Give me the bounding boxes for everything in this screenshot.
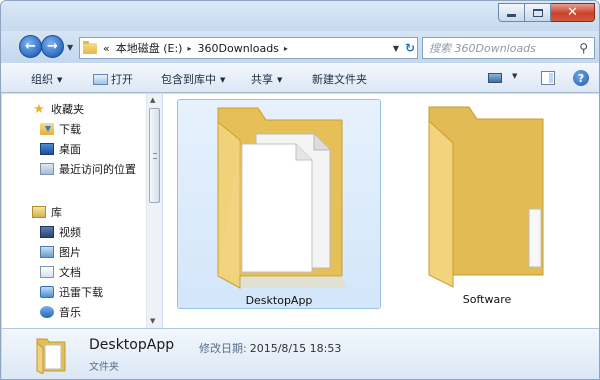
forward-button[interactable]: →	[41, 35, 64, 58]
nav-label: 库	[51, 206, 62, 219]
address-dropdown-icon[interactable]: ▼	[393, 44, 399, 53]
search-placeholder: 搜索 360Downloads	[429, 42, 536, 55]
libraries-icon	[32, 206, 46, 218]
details-pane: DesktopApp 修改日期: 2015/8/15 18:53 文件夹	[2, 328, 599, 379]
caption-buttons: ✕	[498, 3, 595, 22]
forward-arrow-icon: →	[47, 39, 58, 54]
details-modified: 修改日期: 2015/8/15 18:53	[199, 340, 341, 356]
modified-value: 2015/8/15 18:53	[249, 342, 342, 355]
chevron-down-icon: ▼	[220, 76, 226, 84]
search-icon[interactable]: ⚲	[579, 41, 588, 55]
nav-label: 收藏夹	[51, 103, 84, 116]
chevron-down-icon: ▼	[57, 76, 63, 84]
scroll-down-icon[interactable]: ▼	[150, 317, 155, 325]
nav-label: 视频	[59, 226, 81, 239]
desktop-icon	[40, 143, 54, 155]
folder-icon	[36, 338, 66, 374]
title-bar[interactable]: ✕	[1, 1, 599, 31]
nav-scrollbar[interactable]: ▲ ▼	[146, 94, 162, 328]
star-icon: ★	[33, 101, 45, 117]
back-button[interactable]: ←	[19, 35, 42, 58]
open-label: 打开	[111, 73, 133, 86]
explorer-window: ✕ ← → ▼ « 本地磁盘 (E:) ▸ 360Downloads ▸ ▼ ↻…	[0, 0, 600, 380]
breadcrumb-separator-icon[interactable]: ▸	[284, 44, 288, 53]
pictures-icon	[40, 246, 54, 258]
download-folder-icon	[40, 123, 54, 135]
breadcrumb-folder[interactable]: 360Downloads	[198, 42, 279, 55]
organize-button[interactable]: 组织 ▼	[31, 71, 62, 87]
breadcrumb-overflow[interactable]: «	[103, 42, 110, 55]
change-view-icon[interactable]	[488, 73, 502, 83]
close-icon: ✕	[567, 5, 578, 20]
search-input[interactable]: 搜索 360Downloads ⚲	[422, 37, 595, 59]
back-arrow-icon: ←	[25, 39, 36, 54]
organize-label: 组织	[31, 73, 53, 86]
documents-icon	[40, 266, 54, 278]
nav-label: 文档	[59, 266, 81, 279]
folder-name: Software	[462, 293, 512, 306]
music-icon	[40, 306, 54, 318]
share-button[interactable]: 共享 ▼	[251, 71, 282, 87]
nav-label: 音乐	[59, 306, 81, 319]
grip-icon	[153, 153, 157, 159]
nav-label: 最近访问的位置	[59, 163, 136, 176]
folder-item-desktopapp[interactable]: DesktopApp	[177, 99, 381, 309]
videos-icon	[40, 226, 54, 238]
close-button[interactable]: ✕	[551, 3, 595, 22]
xunlei-icon	[40, 286, 54, 298]
new-folder-label: 新建文件夹	[312, 73, 367, 86]
details-type: 文件夹	[89, 362, 119, 373]
nav-label: 桌面	[59, 143, 81, 156]
folder-item-software[interactable]: Software	[385, 99, 589, 309]
refresh-icon[interactable]: ↻	[405, 41, 415, 55]
file-list: DesktopApp Software	[163, 94, 599, 328]
navigation-pane: ★ 收藏夹 下载 桌面 最近访问的位置 库 视频 图片 文档 迅雷下载 音乐 ▲ …	[2, 94, 162, 328]
open-icon	[93, 74, 108, 85]
recent-pages-dropdown-icon[interactable]: ▼	[67, 43, 73, 52]
nav-label: 图片	[59, 246, 81, 259]
preview-pane-icon[interactable]	[541, 71, 555, 85]
breadcrumb-separator-icon[interactable]: ▸	[187, 44, 191, 53]
maximize-button[interactable]	[525, 3, 551, 22]
folder-with-documents-icon	[217, 107, 346, 289]
nav-label: 迅雷下载	[59, 286, 103, 299]
folder-name: DesktopApp	[245, 294, 313, 307]
breadcrumb-drive[interactable]: 本地磁盘 (E:)	[116, 40, 183, 56]
minimize-icon	[507, 14, 516, 17]
folder-icon	[83, 40, 97, 54]
maximize-icon	[532, 8, 543, 17]
command-bar: 组织 ▼ 打开 包含到库中 ▼ 共享 ▼ 新建文件夹 ▼ ?	[1, 63, 599, 93]
address-bar[interactable]: « 本地磁盘 (E:) ▸ 360Downloads ▸ ▼ ↻	[79, 37, 418, 59]
include-in-library-button[interactable]: 包含到库中 ▼	[161, 71, 225, 87]
nav-label: 下载	[59, 123, 81, 136]
details-name: DesktopApp	[89, 337, 175, 353]
include-library-label: 包含到库中	[161, 73, 216, 86]
share-label: 共享	[251, 73, 273, 86]
address-row: ← → ▼ « 本地磁盘 (E:) ▸ 360Downloads ▸ ▼ ↻ 搜…	[1, 31, 599, 63]
chevron-down-icon: ▼	[277, 76, 283, 84]
new-folder-button[interactable]: 新建文件夹	[312, 71, 367, 87]
view-dropdown-icon[interactable]: ▼	[512, 72, 517, 80]
scroll-up-icon[interactable]: ▲	[150, 96, 155, 104]
help-icon[interactable]: ?	[573, 70, 589, 86]
recent-places-icon	[40, 163, 54, 175]
minimize-button[interactable]	[498, 3, 525, 22]
modified-label: 修改日期:	[199, 342, 247, 355]
open-button[interactable]: 打开	[93, 71, 133, 87]
folder-icon	[428, 106, 544, 288]
scrollbar-thumb[interactable]	[149, 108, 160, 203]
